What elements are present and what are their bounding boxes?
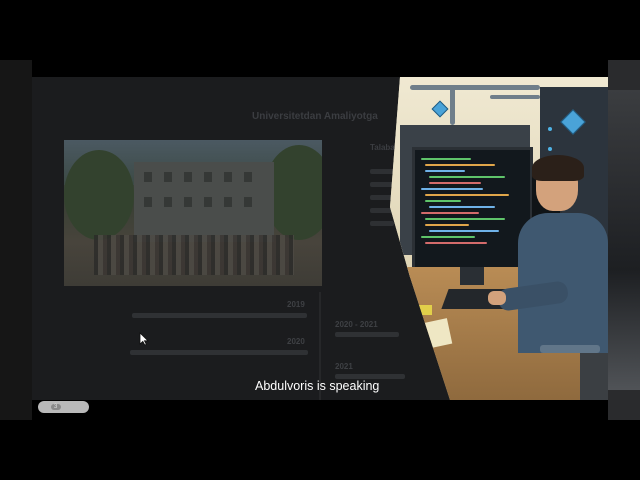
slide-text-line xyxy=(370,221,394,226)
speaker-status: is speaking xyxy=(313,379,380,393)
shared-screen[interactable]: Universitetdan Amaliyotga Talabalikdan 2… xyxy=(32,77,608,400)
code-line xyxy=(425,218,505,220)
developer-hand xyxy=(488,291,506,305)
photo-window xyxy=(204,197,212,207)
slide-title: Universitetdan Amaliyotga xyxy=(252,111,378,122)
timeline-text xyxy=(130,350,308,355)
right-participant-tile[interactable] xyxy=(608,60,640,420)
code-line xyxy=(421,188,483,190)
code-line xyxy=(429,206,495,208)
speaker-name: Abdulvoris xyxy=(255,379,314,393)
page-indicator-dot: 3 xyxy=(51,404,61,410)
slide-text-line xyxy=(370,208,392,213)
photo-crowd xyxy=(94,235,294,275)
photo-window xyxy=(164,172,172,182)
left-participant-edge xyxy=(0,60,32,420)
illustration-pipe xyxy=(410,85,540,90)
code-line xyxy=(425,200,461,202)
photo-window xyxy=(204,172,212,182)
developer-illustration xyxy=(390,77,608,400)
photo-window xyxy=(224,197,232,207)
monitor-stand xyxy=(460,267,484,285)
university-photo xyxy=(64,140,322,286)
server-led xyxy=(548,127,552,131)
code-line xyxy=(425,242,487,244)
photo-window xyxy=(244,172,252,182)
server-led xyxy=(548,147,552,151)
developer-figure xyxy=(488,155,608,400)
developer-hair xyxy=(532,155,584,181)
timeline-year: 2020 - 2021 xyxy=(335,320,378,329)
timeline-text xyxy=(335,332,399,337)
participant-video xyxy=(608,90,640,390)
photo-window xyxy=(144,197,152,207)
page-indicator[interactable]: 3 xyxy=(38,401,89,413)
code-line xyxy=(425,170,465,172)
code-line xyxy=(429,176,505,178)
timeline-text xyxy=(132,313,307,318)
illustration-pipe xyxy=(450,85,455,125)
timeline-year: 2019 xyxy=(287,300,305,309)
code-line xyxy=(421,212,479,214)
page-indicator-value: 3 xyxy=(54,404,58,410)
illustration-pipe xyxy=(490,95,540,99)
photo-window xyxy=(224,172,232,182)
timeline-year: 2020 xyxy=(287,337,305,346)
code-line xyxy=(429,182,481,184)
timeline-year: 2021 xyxy=(335,362,353,371)
code-line xyxy=(421,236,475,238)
photo-window xyxy=(184,197,192,207)
speaker-caption: Abdulvoris is speaking xyxy=(255,379,379,393)
photo-window xyxy=(184,172,192,182)
code-line xyxy=(421,158,471,160)
illustration-watermark xyxy=(540,345,600,353)
photo-window xyxy=(244,197,252,207)
sticky-note xyxy=(418,305,432,315)
photo-building xyxy=(134,162,274,242)
meeting-stage: Universitetdan Amaliyotga Talabalikdan 2… xyxy=(0,0,640,480)
code-line xyxy=(425,194,509,196)
code-line xyxy=(429,230,499,232)
photo-tree xyxy=(64,150,134,240)
photo-window xyxy=(164,197,172,207)
code-line xyxy=(425,164,495,166)
photo-window xyxy=(144,172,152,182)
code-line xyxy=(425,224,469,226)
